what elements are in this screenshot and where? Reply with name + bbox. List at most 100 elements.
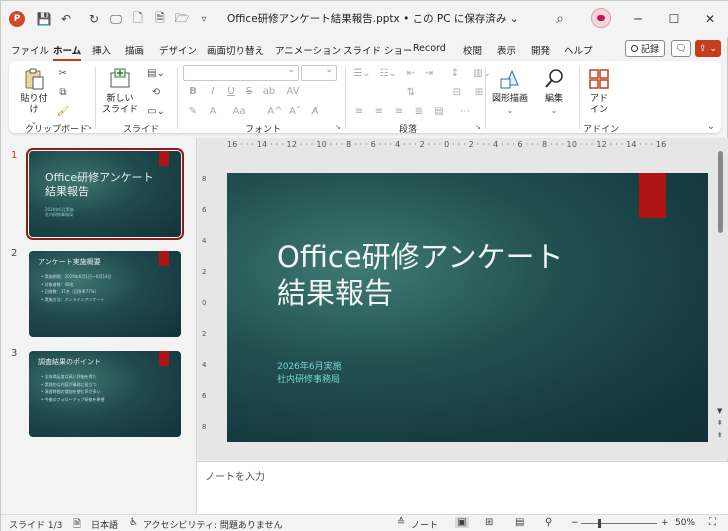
zoom-slider-handle[interactable] <box>598 519 601 528</box>
slideshow-icon[interactable]: ⚲ <box>545 517 552 528</box>
tab-review[interactable]: 校閲 <box>463 43 482 57</box>
accessibility-status[interactable]: アクセシビリティ: 問題ありません <box>143 518 283 531</box>
slide-thumbnail-2[interactable]: アンケート実施概要 • 実施期間：2026年6月1日～6月14日 • 対象者数：… <box>29 251 181 337</box>
text-direction-icon[interactable]: ⇅ <box>403 85 419 99</box>
paragraph-options-icon[interactable]: ⋯ <box>457 104 473 118</box>
comments-button[interactable]: 🗨 <box>671 40 691 57</box>
scroll-down-icon[interactable]: ▼ <box>717 407 722 415</box>
tab-draw[interactable]: 描画 <box>125 43 144 57</box>
tab-view[interactable]: 表示 <box>497 43 516 57</box>
slide-thumbnail-3[interactable]: 調査結果のポイント • 全体満足度は高い評価を得た • 実践的な内容が業務に役立… <box>29 351 181 437</box>
scrollbar-thumb[interactable] <box>718 151 723 233</box>
notes-placeholder[interactable]: ノートを入力 <box>205 468 265 483</box>
underline-button[interactable]: U <box>223 84 239 98</box>
tab-transitions[interactable]: 画面切り替え <box>207 43 264 57</box>
new-slide-button[interactable]: 新しい スライド <box>101 67 139 116</box>
shadow-button[interactable]: ab <box>261 84 277 98</box>
document-title[interactable]: Office研修アンケート結果報告.pptx • この PC に保存済み ⌄ <box>227 11 519 26</box>
dialog-launcher-icon[interactable]: ↘ <box>475 123 481 131</box>
section-icon[interactable]: ▭⌄ <box>145 104 167 118</box>
zoom-level[interactable]: 50% <box>675 518 695 528</box>
strikethrough-button[interactable]: S <box>241 84 257 98</box>
layout-icon[interactable]: ▤⌄ <box>145 66 167 80</box>
align-center-icon[interactable]: ≡ <box>371 104 387 118</box>
slide-sorter-icon[interactable]: ⊞ <box>485 517 493 528</box>
customize-toolbar-icon[interactable]: ▿ <box>195 10 213 28</box>
fit-to-window-icon[interactable]: ⛶ <box>709 517 716 528</box>
decrease-indent-icon[interactable]: ⇤ <box>403 66 419 80</box>
undo-icon[interactable]: ↶ <box>57 10 75 28</box>
font-name-dropdown[interactable] <box>183 65 299 81</box>
close-button[interactable]: ✕ <box>699 9 721 29</box>
tab-insert[interactable]: 挿入 <box>92 43 111 57</box>
reset-slide-icon[interactable]: ⟲ <box>145 85 167 99</box>
bold-button[interactable]: B <box>185 84 201 98</box>
increase-font-button[interactable]: A^ <box>267 104 283 118</box>
paste-button[interactable]: 貼り付け ⌄ <box>17 67 51 127</box>
tab-help[interactable]: ヘルプ <box>564 43 593 57</box>
language-indicator[interactable]: 日本語 <box>91 518 118 531</box>
bullets-icon[interactable]: ☰⌄ <box>351 66 373 80</box>
edit-button[interactable]: 編集 ⌄ <box>537 67 571 116</box>
increase-indent-icon[interactable]: ⇥ <box>421 66 437 80</box>
current-slide[interactable]: Office研修アンケート 結果報告 2026年6月実施 社内研修事務局 <box>227 173 708 442</box>
copy-icon[interactable]: ⧉ <box>55 85 71 99</box>
redo-icon[interactable]: ↻ <box>85 10 103 28</box>
maximize-button[interactable]: ☐ <box>663 9 685 29</box>
tab-slideshow[interactable]: スライド ショー <box>343 43 413 57</box>
font-color-button[interactable]: A <box>205 104 221 118</box>
tab-developer[interactable]: 開発 <box>531 43 550 57</box>
cut-icon[interactable]: ✂ <box>55 66 71 80</box>
vertical-scrollbar[interactable]: ▼ ⇞ ⇟ <box>717 149 725 444</box>
slide-subtitle[interactable]: 2026年6月実施 社内研修事務局 <box>277 361 342 387</box>
search-icon[interactable]: ⌕ <box>551 10 569 28</box>
align-text-icon[interactable]: ⊟ <box>449 85 465 99</box>
dialog-launcher-icon[interactable]: ↘ <box>86 123 92 131</box>
dialog-launcher-icon[interactable]: ↘ <box>335 123 341 131</box>
character-spacing-button[interactable]: AV <box>285 84 301 98</box>
zoom-in-button[interactable]: + <box>661 518 669 528</box>
decrease-font-button[interactable]: Aˇ <box>287 104 303 118</box>
slide-thumbnail-1[interactable]: Office研修アンケート 結果報告 2026年6月実施 社内研修事務局 <box>26 148 184 240</box>
italic-button[interactable]: I <box>205 84 221 98</box>
collapse-ribbon-icon[interactable]: ⌄ <box>703 119 719 133</box>
font-size-dropdown[interactable] <box>301 65 337 81</box>
spelling-icon[interactable]: 🗎 <box>73 517 81 531</box>
record-button[interactable]: 記録 <box>625 40 665 57</box>
open-icon[interactable]: 🗁 <box>173 10 191 28</box>
shapes-button[interactable]: 図形描画 ⌄ <box>491 67 529 116</box>
share-button[interactable]: ⇪ ⌄ <box>695 40 721 57</box>
change-case-button[interactable]: Aa <box>227 104 251 118</box>
reading-view-icon[interactable]: ▤ <box>515 517 524 528</box>
notes-toggle[interactable]: ノート <box>411 518 438 531</box>
next-slide-icon[interactable]: ⇟ <box>717 431 723 439</box>
line-spacing-icon[interactable]: ↕ <box>447 66 463 80</box>
zoom-out-button[interactable]: − <box>571 518 579 528</box>
clear-formatting-icon[interactable]: A̸ <box>307 104 323 118</box>
minimize-button[interactable]: ─ <box>627 9 649 29</box>
distributed-icon[interactable]: ▤ <box>431 104 447 118</box>
columns-icon[interactable]: ▥⌄ <box>471 66 493 80</box>
tab-design[interactable]: デザイン <box>159 43 197 57</box>
notes-pane[interactable]: ノートを入力 <box>197 461 728 514</box>
zoom-slider[interactable] <box>581 523 657 524</box>
align-left-icon[interactable]: ≡ <box>351 104 367 118</box>
tab-home[interactable]: ホーム <box>53 43 82 61</box>
tab-animations[interactable]: アニメーション <box>275 43 341 57</box>
highlight-icon[interactable]: ✎ <box>185 104 201 118</box>
justify-icon[interactable]: ≣ <box>411 104 427 118</box>
print-preview-icon[interactable]: 🗎 <box>151 10 169 28</box>
normal-view-icon[interactable]: ▣ <box>455 517 469 528</box>
new-file-icon[interactable]: 🗋 <box>129 10 147 28</box>
previous-slide-icon[interactable]: ⇞ <box>717 419 723 427</box>
present-icon[interactable]: 🖵 <box>107 10 125 28</box>
avatar[interactable] <box>591 8 611 28</box>
format-painter-icon[interactable]: 🖌 <box>55 104 71 118</box>
save-icon[interactable]: 💾 <box>35 10 53 28</box>
slide-title[interactable]: Office研修アンケート 結果報告 <box>277 239 564 311</box>
tab-file[interactable]: ファイル <box>11 43 49 57</box>
numbering-icon[interactable]: ☷⌄ <box>377 66 399 80</box>
align-right-icon[interactable]: ≡ <box>391 104 407 118</box>
tab-record[interactable]: Record <box>413 43 446 54</box>
addins-button[interactable]: アド イン <box>585 67 613 116</box>
